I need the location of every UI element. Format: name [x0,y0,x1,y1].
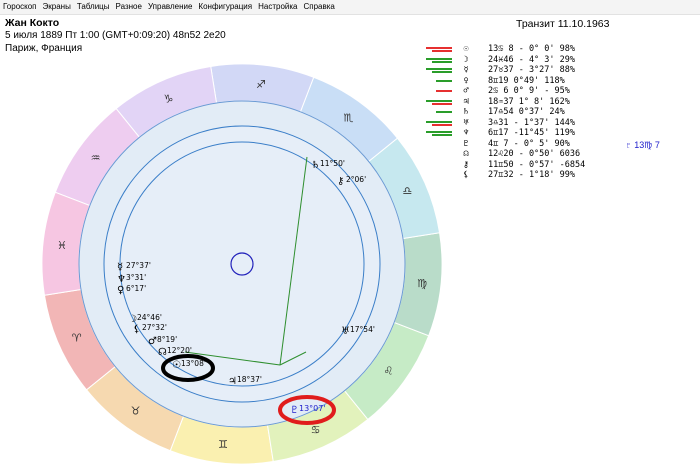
natal-planet-icon: ♆ [117,274,126,285]
zodiac-sign-icon: ♊ [218,438,228,451]
natal-planet-degree: 2°06' [346,175,366,184]
natal-planet-icon: ⚸ [133,324,140,335]
zodiac-sign-icon: ♎ [402,184,412,197]
natal-planet-degree: 17°54' [350,325,375,334]
zodiac-sign-icon: ♌ [383,364,393,377]
natal-planet-icon: ♀ [117,285,124,296]
natal-planet-icon: ☊ [158,347,167,358]
natal-planet-icon: ♂ [148,336,157,347]
zodiac-sign-icon: ♉ [131,404,141,417]
zodiac-sign-icon: ♑ [163,93,173,106]
natal-planet-degree: 18°37' [237,375,262,384]
natal-planet-icon: ♃ [228,376,237,387]
natal-planet-degree: 3°31' [126,273,146,282]
astro-wheel: ♈♉♊♋♌♍♎♏♐♑♒♓ ☿ 27°37'♆ 3°31'♀ 6°17'☽ 24°46'⚸… [41,63,443,465]
natal-planet-degree: 6°17' [126,284,146,293]
zodiac-sign-icon: ♍ [417,277,427,290]
natal-planet-degree: 8°19' [157,335,177,344]
natal-planet-degree: 13°08' [181,359,206,368]
natal-planet-icon: ♅ [341,326,350,337]
natal-planet-degree: 27°37' [126,261,151,270]
natal-planet-degree: 24°46' [137,313,162,322]
zodiac-sign-icon: ♏ [343,112,353,125]
transit-pluto-icon: ♇ [290,405,299,416]
zodiac-sign-icon: ♋ [311,423,321,436]
natal-planet-icon: ♄ [311,160,320,171]
natal-planet-icon: ☉ [172,360,181,371]
zodiac-sign-icon: ♒ [91,152,101,165]
natal-planet-degree: 27°32' [142,323,167,332]
transit-pluto-degree: 13°07' [299,404,326,413]
zodiac-sign-icon: ♐ [256,78,266,91]
zodiac-sign-icon: ♈ [72,332,82,345]
natal-planet-degree: 11°50' [320,159,345,168]
natal-planet-icon: ⚷ [337,176,344,187]
zodiac-sign-icon: ♓ [57,239,67,252]
natal-planet-degree: 12°20' [167,346,192,355]
natal-planet-icon: ☿ [117,262,123,273]
